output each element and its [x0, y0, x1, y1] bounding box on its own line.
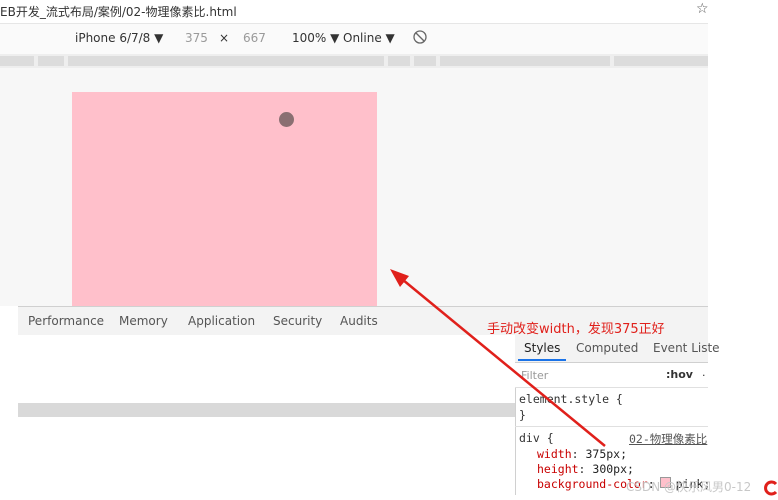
tab-audits[interactable]: Audits: [340, 314, 378, 328]
zoom-select[interactable]: 100% ▼: [292, 31, 339, 45]
styles-filter-input[interactable]: [519, 367, 657, 383]
viewport-width-input[interactable]: 375: [185, 31, 208, 45]
tab-computed[interactable]: Computed: [576, 341, 638, 355]
div-rule-selector[interactable]: div {: [519, 431, 554, 445]
decl-property[interactable]: width: [537, 447, 572, 461]
tab-security[interactable]: Security: [273, 314, 322, 328]
csdn-logo-icon: [764, 480, 778, 496]
hov-toggle[interactable]: :hov: [666, 368, 693, 381]
media-query-ruler[interactable]: [0, 54, 708, 68]
active-tab-indicator: [518, 359, 566, 361]
device-toolbar: iPhone 6/7/8 ▼ 375 × 667 100% ▼ Online ▼: [0, 23, 708, 55]
rule-source-link[interactable]: 02-物理像素比: [629, 431, 707, 447]
decl-height[interactable]: height: 300px;: [537, 462, 634, 476]
element-style-selector[interactable]: element.style {: [519, 392, 623, 406]
annotation-text: 手动改变width，发现375正好: [487, 322, 665, 337]
decl-colon: :: [571, 447, 586, 461]
dimension-separator: ×: [219, 31, 230, 45]
ruler-segment[interactable]: [38, 56, 64, 66]
device-select[interactable]: iPhone 6/7/8 ▼: [75, 31, 163, 45]
ruler-segment[interactable]: [414, 56, 436, 66]
devtools-main-panel: [18, 335, 515, 403]
ruler-segment[interactable]: [68, 56, 384, 66]
tab-styles[interactable]: Styles: [524, 341, 560, 355]
decl-colon: :: [578, 462, 593, 476]
ruler-segment[interactable]: [614, 56, 708, 66]
tab-memory[interactable]: Memory: [119, 314, 168, 328]
element-style-close: }: [519, 408, 526, 422]
page-url[interactable]: EB开发_流式布局/案例/02-物理像素比.html: [0, 3, 237, 20]
network-select[interactable]: Online ▼: [343, 31, 395, 45]
watermark-text: CSDN @快乐风男0-12: [626, 480, 752, 494]
ruler-segment[interactable]: [440, 56, 610, 66]
rotate-icon[interactable]: [412, 29, 428, 49]
title-bar: EB开发_流式布局/案例/02-物理像素比.html ☆: [0, 0, 718, 22]
tab-performance[interactable]: Performance: [28, 314, 104, 328]
ruler-segment[interactable]: [388, 56, 410, 66]
decl-width[interactable]: width: 375px;: [537, 447, 627, 461]
pink-div[interactable]: [72, 92, 377, 306]
rule-divider: [515, 426, 708, 427]
class-toggle[interactable]: .: [702, 366, 706, 379]
decl-property[interactable]: height: [537, 462, 579, 476]
tab-application[interactable]: Application: [188, 314, 255, 328]
ruler-segment[interactable]: [0, 56, 34, 66]
viewport-height-input[interactable]: 667: [243, 31, 266, 45]
touch-cursor: [279, 112, 294, 127]
decl-value[interactable]: 375px;: [585, 447, 627, 461]
tab-event-listeners[interactable]: Event Liste: [653, 341, 720, 355]
panel-scrollbar[interactable]: [18, 403, 515, 417]
decl-value[interactable]: 300px;: [592, 462, 634, 476]
star-icon[interactable]: ☆: [696, 1, 709, 17]
